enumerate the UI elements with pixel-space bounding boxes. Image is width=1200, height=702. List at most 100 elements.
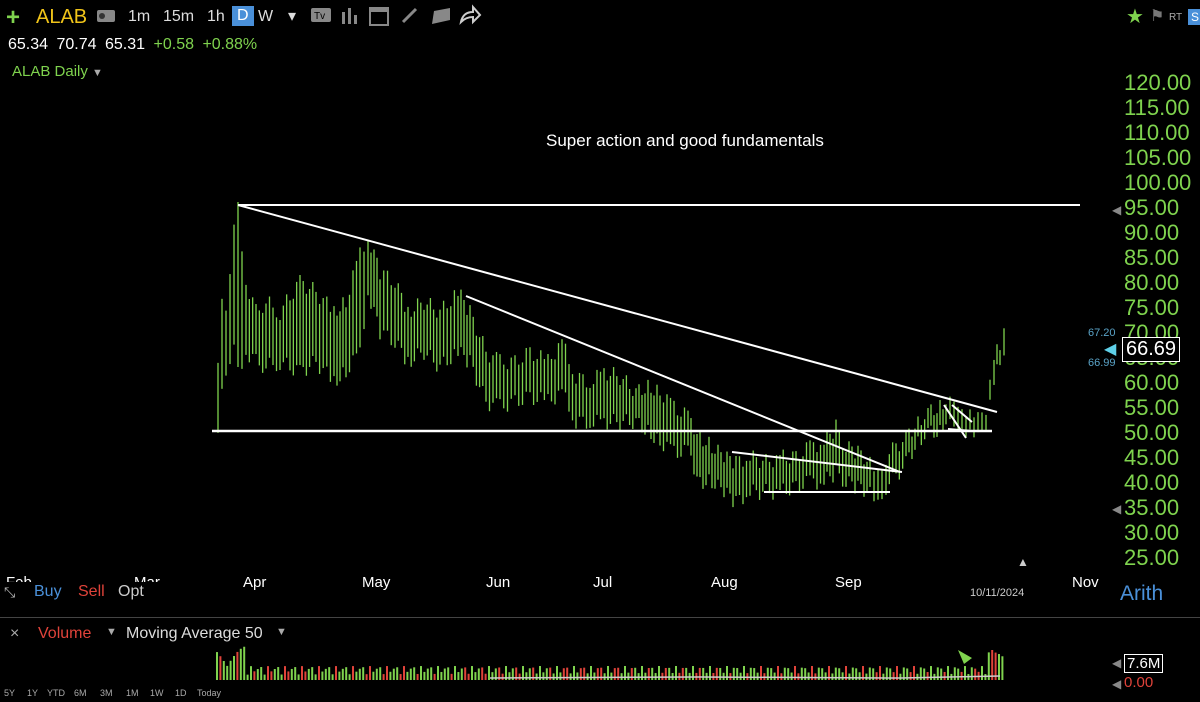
volume-bar <box>664 667 667 680</box>
price-tick: 25.00 <box>1124 545 1180 570</box>
volume-bar <box>311 667 314 680</box>
options-button[interactable]: Opt <box>118 583 144 601</box>
flag-line-1[interactable] <box>943 404 967 439</box>
volume-bar <box>651 667 654 680</box>
price-marker-arrow-lower-icon: ◀ <box>1112 502 1122 516</box>
flag-icon[interactable]: ⚑ <box>1150 6 1164 26</box>
volume-bar <box>423 671 426 680</box>
buy-button[interactable]: Buy <box>34 583 62 601</box>
volume-bar <box>467 673 470 680</box>
volume-bar <box>943 671 946 680</box>
interval-15m[interactable]: 15m <box>163 8 194 26</box>
volume-bar <box>960 671 963 680</box>
month-jun: Jun <box>486 574 511 591</box>
volume-bar <box>569 673 572 680</box>
volume-bar <box>865 673 868 680</box>
range-5y[interactable]: 5Y <box>4 688 15 698</box>
share-arrow-icon[interactable] <box>458 4 482 31</box>
price-chart[interactable] <box>0 60 1115 570</box>
volume-bar <box>318 666 320 680</box>
volume-bar <box>386 666 388 680</box>
range-1y[interactable]: 1Y <box>27 688 38 698</box>
month-aug: Aug <box>711 574 738 591</box>
s-button[interactable]: S <box>1188 9 1200 25</box>
interval-dropdown-icon[interactable]: ▾ <box>288 6 296 26</box>
volume-bar <box>709 666 711 680</box>
range-today[interactable]: Today <box>197 688 221 698</box>
expand-arrows-icon[interactable]: ⤡ <box>4 584 15 601</box>
volume-zero-label: 0.00 <box>1124 674 1154 691</box>
sell-button[interactable]: Sell <box>78 583 105 601</box>
downtrend-line-1[interactable] <box>237 204 998 413</box>
volume-bar <box>525 672 528 680</box>
volume-bar <box>219 656 222 680</box>
price-tick: 110.00 <box>1124 120 1190 145</box>
price-tick: 45.00 <box>1124 445 1180 470</box>
quote-open: 65.34 <box>8 36 49 53</box>
interval-1m[interactable]: 1m <box>128 8 150 26</box>
volume-bar <box>348 674 351 680</box>
price-tick: 90.00 <box>1124 220 1180 245</box>
volume-bar <box>324 668 327 680</box>
volume-bar <box>576 672 579 680</box>
chart-type-icon[interactable] <box>95 5 117 30</box>
volume-bar <box>358 668 361 680</box>
volume-bar <box>239 648 242 680</box>
volume-bar <box>749 667 752 680</box>
star-icon[interactable]: ★ <box>1126 4 1144 29</box>
range-1d[interactable]: 1D <box>175 688 187 698</box>
ma-dropdown-icon[interactable]: ▼ <box>276 626 287 638</box>
quote-line: 65.34 70.74 65.31 +0.58 +0.88% <box>8 36 261 54</box>
volume-dropdown-icon[interactable]: ▼ <box>106 626 117 638</box>
volume-bar <box>488 666 490 680</box>
volume-bar <box>328 667 331 680</box>
volume-bar <box>909 672 912 680</box>
scroll-right-icon[interactable]: ▲ <box>1017 555 1029 569</box>
add-symbol-icon[interactable]: + <box>6 4 20 32</box>
panel-divider <box>0 617 1200 618</box>
volume-chart[interactable] <box>0 640 1115 685</box>
volume-bar <box>416 673 419 680</box>
volume-bar <box>250 666 252 680</box>
volume-bar <box>481 667 484 680</box>
indicators-icon[interactable] <box>340 6 360 31</box>
volume-bar <box>229 660 232 680</box>
volume-bar <box>726 666 728 680</box>
volume-bar <box>831 673 834 680</box>
symbol-label[interactable]: ALAB <box>36 6 87 29</box>
volume-bar <box>627 672 630 680</box>
interval-1h[interactable]: 1h <box>207 8 225 26</box>
scale-type-button[interactable]: Arith <box>1120 582 1163 606</box>
range-3m[interactable]: 3M <box>100 688 113 698</box>
calendar-icon[interactable] <box>368 5 390 32</box>
range-ytd[interactable]: YTD <box>47 688 65 698</box>
tv-icon[interactable]: Tv <box>310 6 334 29</box>
downtrend-line-2[interactable] <box>465 295 901 473</box>
volume-bar <box>610 672 613 680</box>
range-1w[interactable]: 1W <box>150 688 164 698</box>
range-6m[interactable]: 6M <box>74 688 87 698</box>
draw-pencil-icon[interactable] <box>400 5 420 30</box>
notes-icon[interactable] <box>430 6 452 31</box>
price-tick: 35.00 <box>1124 495 1180 520</box>
price-tick: 95.00 <box>1124 195 1180 220</box>
volume-bar <box>899 673 902 680</box>
volume-bar <box>644 672 647 680</box>
interval-daily[interactable]: D <box>232 6 254 26</box>
range-1m[interactable]: 1M <box>126 688 139 698</box>
volume-bar <box>661 672 664 680</box>
volume-bar <box>321 671 324 680</box>
volume-bar <box>647 668 650 680</box>
volume-bar <box>613 668 616 680</box>
volume-bar <box>970 667 973 680</box>
volume-bar <box>603 673 606 680</box>
volume-bar <box>284 666 286 680</box>
svg-text:Tv: Tv <box>314 11 325 22</box>
volume-bar <box>294 667 297 680</box>
volume-bar <box>892 672 895 680</box>
volume-arrow-icon <box>958 650 972 664</box>
volume-bar <box>940 668 943 680</box>
volume-bar <box>617 667 620 680</box>
volume-bar <box>375 668 378 680</box>
interval-weekly[interactable]: W <box>258 8 273 26</box>
